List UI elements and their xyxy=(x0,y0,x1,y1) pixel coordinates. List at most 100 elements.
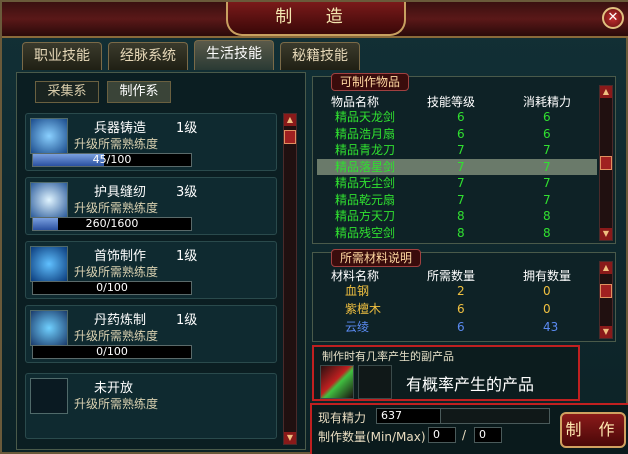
progress-bar: 45/100 xyxy=(32,153,192,167)
scroll-down-icon[interactable]: ▼ xyxy=(600,326,612,338)
progress-bar: 0/100 xyxy=(32,281,192,295)
progress-text: 0/100 xyxy=(96,281,128,294)
item-row[interactable]: 精品落星剑 7 7 xyxy=(317,158,597,175)
skill-hint: 升级所需熟练度 xyxy=(74,201,159,215)
byproduct-panel: 制作时有几率产生的副产品 有概率产生的产品 xyxy=(312,345,580,401)
skill-hint: 升级所需熟练度 xyxy=(74,265,159,279)
item-level: 8 xyxy=(457,225,465,240)
items-panel-label: 可制作物品 xyxy=(331,73,410,91)
item-cost: 7 xyxy=(543,192,551,207)
tab-gathering[interactable]: 采集系 xyxy=(35,81,99,103)
sword-icon[interactable] xyxy=(320,365,354,399)
tab-crafting[interactable]: 制作系 xyxy=(107,81,171,103)
skill-level: 1级 xyxy=(176,121,198,136)
skill-name: 首饰制作 xyxy=(94,249,147,264)
item-name: 精品乾元扇 xyxy=(335,192,396,207)
skill-hint: 升级所需熟练度 xyxy=(74,137,159,151)
item-row[interactable]: 精品方天刀 8 8 xyxy=(317,208,597,224)
item-row[interactable]: 精品青龙刀 7 7 xyxy=(317,142,597,158)
tab-meridian-system[interactable]: 经脉系统 xyxy=(108,42,188,70)
col-header-have: 拥有数量 xyxy=(523,269,572,283)
item-name: 精品无尘剑 xyxy=(335,176,396,190)
item-cost: 6 xyxy=(543,126,551,141)
scroll-thumb[interactable] xyxy=(600,156,612,170)
scroll-down-icon[interactable]: ▼ xyxy=(600,228,612,240)
item-name: 精品浩月扇 xyxy=(335,126,396,141)
material-need: 6 xyxy=(457,302,465,316)
item-cost: 8 xyxy=(543,209,551,223)
material-name: 紫檀木 xyxy=(345,302,382,316)
weapon-forging-icon xyxy=(30,118,68,154)
material-have: 0 xyxy=(543,284,551,298)
scroll-thumb[interactable] xyxy=(600,284,612,298)
tab-profession-skills[interactable]: 职业技能 xyxy=(22,42,102,70)
item-slot[interactable] xyxy=(358,365,392,399)
quantity-separator: / xyxy=(462,428,467,442)
col-header-level: 技能等级 xyxy=(427,95,476,109)
quantity-label: 制作数量(Min/Max) xyxy=(318,430,426,444)
crafting-window: 制 造 ✕ 职业技能 经脉系统 生活技能 秘籍技能 采集系 制作系 兵器铸造 1… xyxy=(0,0,628,454)
skill-name: 护具缝纫 xyxy=(94,185,147,200)
skill-row-alchemy[interactable]: 丹药炼制 1级 升级所需熟练度 0/100 xyxy=(25,305,277,363)
skill-row-armor-sewing[interactable]: 护具缝纫 3级 升级所需熟练度 260/1600 xyxy=(25,177,277,235)
jewelry-crafting-icon xyxy=(30,246,68,282)
byproduct-text: 有概率产生的产品 xyxy=(406,375,535,394)
skill-name: 未开放 xyxy=(94,381,134,396)
close-icon[interactable]: ✕ xyxy=(602,7,624,29)
skill-row-weapon-forging[interactable]: 兵器铸造 1级 升级所需熟练度 45/100 xyxy=(25,113,277,171)
item-level: 6 xyxy=(457,126,465,141)
quantity-min-input[interactable]: 0 xyxy=(428,427,456,443)
skill-row-jewelry-crafting[interactable]: 首饰制作 1级 升级所需熟练度 0/100 xyxy=(25,241,277,299)
item-cost: 7 xyxy=(543,159,551,174)
item-cost: 7 xyxy=(543,143,551,157)
make-button[interactable]: 制 作 xyxy=(560,412,626,448)
scroll-down-icon[interactable]: ▼ xyxy=(284,432,296,444)
window-title: 制 造 xyxy=(226,2,406,36)
material-row: 紫檀木 6 0 xyxy=(317,301,597,317)
tab-life-skills[interactable]: 生活技能 xyxy=(194,40,274,70)
scroll-up-icon[interactable]: ▲ xyxy=(600,262,612,274)
scroll-up-icon[interactable]: ▲ xyxy=(284,114,296,126)
item-level: 6 xyxy=(457,110,465,124)
quantity-max-input[interactable]: 0 xyxy=(474,427,502,443)
energy-label: 现有精力 xyxy=(318,411,367,425)
material-row: 云绫 6 43 xyxy=(317,319,597,335)
materials-panel-label: 所需材料说明 xyxy=(331,249,422,267)
item-row[interactable]: 精品浩月扇 6 6 xyxy=(317,126,597,142)
item-level: 7 xyxy=(457,159,465,174)
scroll-thumb[interactable] xyxy=(284,130,296,144)
energy-value: 637 xyxy=(376,408,444,424)
item-name: 精品青龙刀 xyxy=(335,143,396,157)
armor-sewing-icon xyxy=(30,182,68,218)
material-have: 43 xyxy=(543,320,559,334)
material-need: 2 xyxy=(457,284,465,298)
scroll-up-icon[interactable]: ▲ xyxy=(600,86,612,98)
materials-scrollbar[interactable]: ▲ ▼ xyxy=(599,261,613,339)
item-row[interactable]: 精品残空剑 8 8 xyxy=(317,225,597,241)
skill-level: 3级 xyxy=(176,185,198,200)
skill-list-scrollbar[interactable]: ▲ ▼ xyxy=(283,113,297,445)
alchemy-icon xyxy=(30,310,68,346)
item-row[interactable]: 精品天龙剑 6 6 xyxy=(317,109,597,125)
item-name: 精品残空剑 xyxy=(335,225,396,240)
item-row[interactable]: 精品无尘剑 7 7 xyxy=(317,175,597,191)
byproduct-label: 制作时有几率产生的副产品 xyxy=(322,350,454,363)
skill-level: 1级 xyxy=(176,249,198,264)
material-name: 血钢 xyxy=(345,284,370,298)
item-level: 7 xyxy=(457,192,465,207)
material-need: 6 xyxy=(457,320,465,334)
skill-hint: 升级所需熟练度 xyxy=(74,329,159,343)
items-scrollbar[interactable]: ▲ ▼ xyxy=(599,85,613,241)
col-header-item: 物品名称 xyxy=(331,95,380,109)
col-header-cost: 消耗精力 xyxy=(523,95,572,109)
item-name: 精品方天刀 xyxy=(335,209,396,223)
tab-secret-skills[interactable]: 秘籍技能 xyxy=(280,42,360,70)
craftable-items-panel: 可制作物品 物品名称 技能等级 消耗精力 精品天龙剑 6 6 精品浩月扇 6 6 精品青龙刀… xyxy=(312,73,616,244)
skill-name: 兵器铸造 xyxy=(94,121,147,136)
item-row[interactable]: 精品乾元扇 7 7 xyxy=(317,192,597,208)
skill-row-locked: 未开放 升级所需熟练度 xyxy=(25,373,277,439)
progress-bar: 260/1600 xyxy=(32,217,192,231)
locked-slot-icon xyxy=(30,378,68,414)
energy-bar xyxy=(440,408,550,424)
item-level: 8 xyxy=(457,209,465,223)
